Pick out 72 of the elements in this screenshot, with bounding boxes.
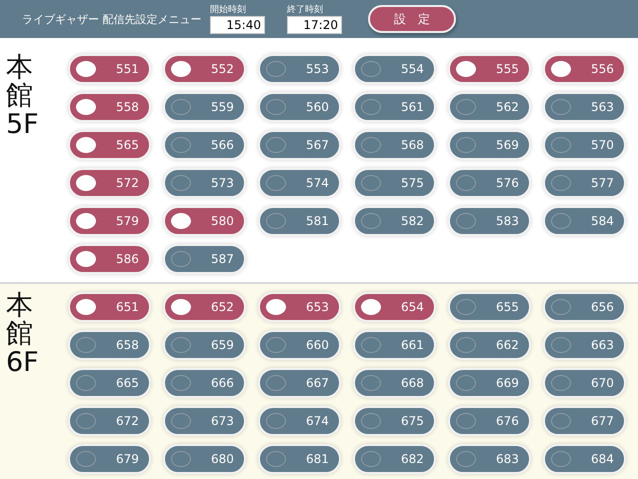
start-time-label: 開始時刻 [210, 4, 247, 16]
set-button[interactable]: 設 定 [368, 5, 456, 33]
room-button[interactable]: 568 [353, 130, 436, 160]
room-button[interactable]: 570 [543, 130, 626, 160]
room-button[interactable]: 552 [163, 54, 246, 84]
room-button[interactable]: 679 [68, 444, 151, 474]
room-button[interactable]: 584 [543, 206, 626, 236]
room-button[interactable]: 681 [258, 444, 341, 474]
room-button[interactable]: 682 [353, 444, 436, 474]
room-button[interactable]: 653 [258, 292, 341, 322]
room-button[interactable]: 656 [543, 292, 626, 322]
building-label: 本館 [6, 54, 33, 111]
room-button[interactable]: 576 [448, 168, 531, 198]
room-button[interactable]: 574 [258, 168, 341, 198]
room-button[interactable]: 680 [163, 444, 246, 474]
room-button[interactable]: 658 [68, 330, 151, 360]
room-button[interactable]: 673 [163, 406, 246, 436]
room-button[interactable]: 663 [543, 330, 626, 360]
room-button[interactable]: 558 [68, 92, 151, 122]
building-label: 本館 [6, 292, 33, 349]
end-time-label: 終了時刻 [287, 4, 324, 16]
room-button[interactable]: 580 [163, 206, 246, 236]
room-button[interactable]: 562 [448, 92, 531, 122]
room-button[interactable]: 659 [163, 330, 246, 360]
room-button[interactable]: 676 [448, 406, 531, 436]
room-button[interactable]: 566 [163, 130, 246, 160]
start-time-field[interactable]: 15:40 [210, 16, 265, 34]
room-button[interactable]: 670 [543, 368, 626, 398]
room-button[interactable]: 582 [353, 206, 436, 236]
room-button[interactable]: 662 [448, 330, 531, 360]
room-button[interactable]: 654 [353, 292, 436, 322]
menu-title: ライブギャザー 配信先設定メニュー [22, 12, 202, 26]
room-button[interactable]: 675 [353, 406, 436, 436]
room-button[interactable]: 560 [258, 92, 341, 122]
room-button[interactable]: 551 [68, 54, 151, 84]
room-button[interactable]: 665 [68, 368, 151, 398]
room-button[interactable]: 669 [448, 368, 531, 398]
room-button[interactable]: 661 [353, 330, 436, 360]
room-button[interactable]: 677 [543, 406, 626, 436]
room-button[interactable]: 667 [258, 368, 341, 398]
room-button[interactable]: 554 [353, 54, 436, 84]
room-button[interactable]: 561 [353, 92, 436, 122]
room-button[interactable]: 575 [353, 168, 436, 198]
end-time-field[interactable]: 17:20 [287, 16, 342, 34]
floor-label: 6F [6, 348, 40, 376]
room-button[interactable]: 573 [163, 168, 246, 198]
room-button[interactable]: 567 [258, 130, 341, 160]
room-button[interactable]: 581 [258, 206, 341, 236]
room-button[interactable]: 583 [448, 206, 531, 236]
room-button[interactable]: 586 [68, 244, 151, 274]
room-button[interactable]: 683 [448, 444, 531, 474]
floor-label: 5F [6, 110, 40, 138]
room-button[interactable]: 587 [163, 244, 246, 274]
room-button[interactable]: 579 [68, 206, 151, 236]
room-button[interactable]: 666 [163, 368, 246, 398]
room-button[interactable]: 674 [258, 406, 341, 436]
room-button[interactable]: 651 [68, 292, 151, 322]
room-button[interactable]: 660 [258, 330, 341, 360]
room-button[interactable]: 565 [68, 130, 151, 160]
room-button[interactable]: 655 [448, 292, 531, 322]
room-button[interactable]: 684 [543, 444, 626, 474]
room-button[interactable]: 556 [543, 54, 626, 84]
room-button[interactable]: 668 [353, 368, 436, 398]
room-button[interactable]: 652 [163, 292, 246, 322]
room-button[interactable]: 555 [448, 54, 531, 84]
room-button[interactable]: 563 [543, 92, 626, 122]
room-button[interactable]: 553 [258, 54, 341, 84]
room-button[interactable]: 672 [68, 406, 151, 436]
room-button[interactable]: 569 [448, 130, 531, 160]
room-button[interactable]: 559 [163, 92, 246, 122]
room-button[interactable]: 572 [68, 168, 151, 198]
room-button[interactable]: 577 [543, 168, 626, 198]
